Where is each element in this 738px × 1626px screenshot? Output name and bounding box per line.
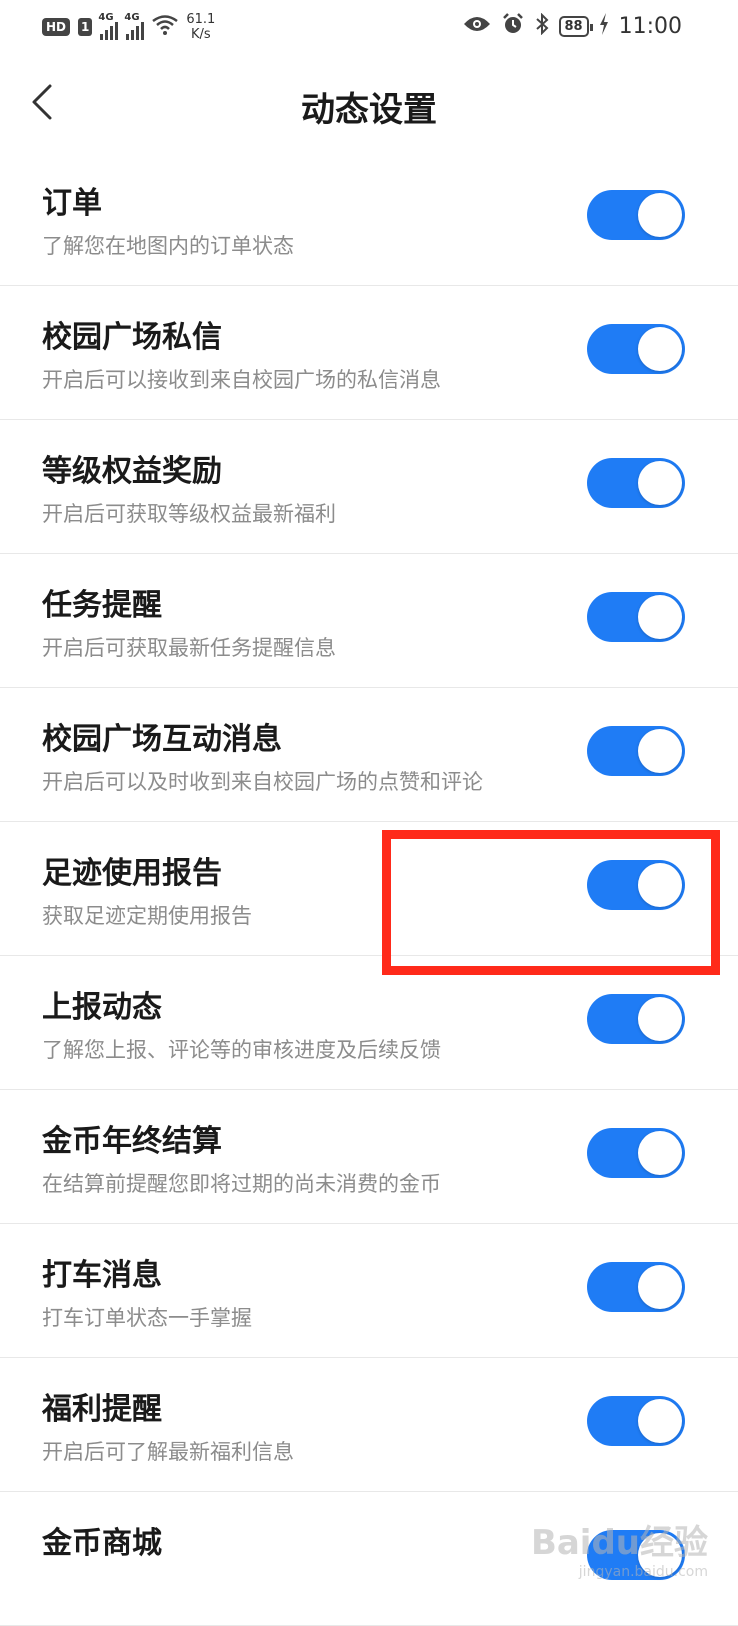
setting-title: 校园广场互动消息 bbox=[42, 722, 282, 757]
setting-toggle[interactable] bbox=[587, 1262, 685, 1312]
net-speed-unit: K/s bbox=[191, 27, 211, 42]
setting-title: 任务提醒 bbox=[42, 588, 162, 623]
setting-title: 福利提醒 bbox=[42, 1392, 162, 1427]
eye-icon bbox=[463, 15, 491, 37]
setting-description: 获取足迹定期使用报告 bbox=[42, 904, 252, 928]
setting-toggle[interactable] bbox=[587, 592, 685, 642]
status-left: HD 1 4G 4G 61.1 K/s bbox=[42, 12, 215, 42]
setting-description: 在结算前提醒您即将过期的尚未消费的金币 bbox=[42, 1172, 441, 1196]
network-type-label-2: 4G bbox=[124, 12, 140, 23]
setting-toggle[interactable] bbox=[587, 726, 685, 776]
setting-toggle[interactable] bbox=[587, 458, 685, 508]
hd-badge: HD bbox=[42, 18, 71, 36]
setting-description: 打车订单状态一手掌握 bbox=[42, 1306, 252, 1330]
clock: 11:00 bbox=[618, 13, 682, 39]
setting-row: 校园广场私信开启后可以接收到来自校园广场的私信消息 bbox=[0, 286, 738, 420]
toggle-knob bbox=[638, 997, 682, 1041]
net-speed: 61.1 K/s bbox=[186, 12, 215, 42]
setting-title: 足迹使用报告 bbox=[42, 856, 222, 891]
signal-icon-2: 4G bbox=[124, 12, 145, 40]
charging-icon bbox=[599, 13, 609, 39]
watermark: Baidu经验 jingyan.baidu.com bbox=[531, 1515, 708, 1580]
alarm-icon bbox=[501, 12, 525, 40]
setting-toggle[interactable] bbox=[587, 1128, 685, 1178]
watermark-brand: Baidu经验 bbox=[530, 1523, 708, 1563]
status-bar: HD 1 4G 4G 61.1 K/s 88 11:00 bbox=[0, 0, 738, 52]
setting-title: 等级权益奖励 bbox=[42, 454, 222, 489]
net-speed-value: 61.1 bbox=[186, 12, 216, 27]
sim-badge: 1 bbox=[78, 18, 93, 36]
toggle-knob bbox=[638, 595, 682, 639]
nav-bar: 动态设置 bbox=[0, 52, 738, 152]
battery-indicator: 88 bbox=[558, 15, 593, 37]
setting-row: 任务提醒开启后可获取最新任务提醒信息 bbox=[0, 554, 738, 688]
setting-description: 开启后可以接收到来自校园广场的私信消息 bbox=[42, 368, 441, 392]
setting-title: 打车消息 bbox=[42, 1258, 162, 1293]
setting-toggle[interactable] bbox=[587, 1396, 685, 1446]
toggle-knob bbox=[638, 729, 682, 773]
setting-row: 等级权益奖励开启后可获取等级权益最新福利 bbox=[0, 420, 738, 554]
setting-row: 订单了解您在地图内的订单状态 bbox=[0, 152, 738, 286]
setting-title: 校园广场私信 bbox=[42, 320, 222, 355]
setting-toggle[interactable] bbox=[587, 994, 685, 1044]
status-right: 88 11:00 bbox=[463, 12, 682, 40]
setting-description: 开启后可以及时收到来自校园广场的点赞和评论 bbox=[42, 770, 483, 794]
toggle-knob bbox=[638, 1265, 682, 1309]
setting-row: 福利提醒开启后可了解最新福利信息 bbox=[0, 1358, 738, 1492]
toggle-knob bbox=[638, 461, 682, 505]
setting-toggle[interactable] bbox=[587, 324, 685, 374]
setting-row: 金币年终结算在结算前提醒您即将过期的尚未消费的金币 bbox=[0, 1090, 738, 1224]
setting-description: 了解您上报、评论等的审核进度及后续反馈 bbox=[42, 1038, 441, 1062]
setting-row: 打车消息打车订单状态一手掌握 bbox=[0, 1224, 738, 1358]
toggle-knob bbox=[638, 1131, 682, 1175]
toggle-knob bbox=[638, 327, 682, 371]
setting-title: 金币年终结算 bbox=[42, 1124, 222, 1159]
page-title: 动态设置 bbox=[301, 90, 437, 130]
setting-description: 开启后可获取最新任务提醒信息 bbox=[42, 636, 336, 660]
annotation-highlight-box bbox=[382, 830, 720, 975]
setting-row: 上报动态了解您上报、评论等的审核进度及后续反馈 bbox=[0, 956, 738, 1090]
setting-row: 校园广场互动消息开启后可以及时收到来自校园广场的点赞和评论 bbox=[0, 688, 738, 822]
toggle-knob bbox=[638, 193, 682, 237]
setting-title: 金币商城 bbox=[42, 1526, 162, 1561]
setting-description: 开启后可了解最新福利信息 bbox=[42, 1440, 294, 1464]
watermark-url: jingyan.baidu.com bbox=[578, 1564, 708, 1580]
setting-toggle[interactable] bbox=[587, 190, 685, 240]
signal-icon: 4G bbox=[98, 12, 119, 40]
setting-title: 上报动态 bbox=[42, 990, 162, 1025]
setting-description: 开启后可获取等级权益最新福利 bbox=[42, 502, 336, 526]
network-type-label: 4G bbox=[98, 12, 114, 23]
wifi-icon bbox=[152, 15, 179, 39]
setting-title: 订单 bbox=[42, 186, 102, 221]
toggle-knob bbox=[638, 1399, 682, 1443]
bluetooth-icon bbox=[535, 12, 549, 39]
setting-description: 了解您在地图内的订单状态 bbox=[42, 234, 294, 258]
